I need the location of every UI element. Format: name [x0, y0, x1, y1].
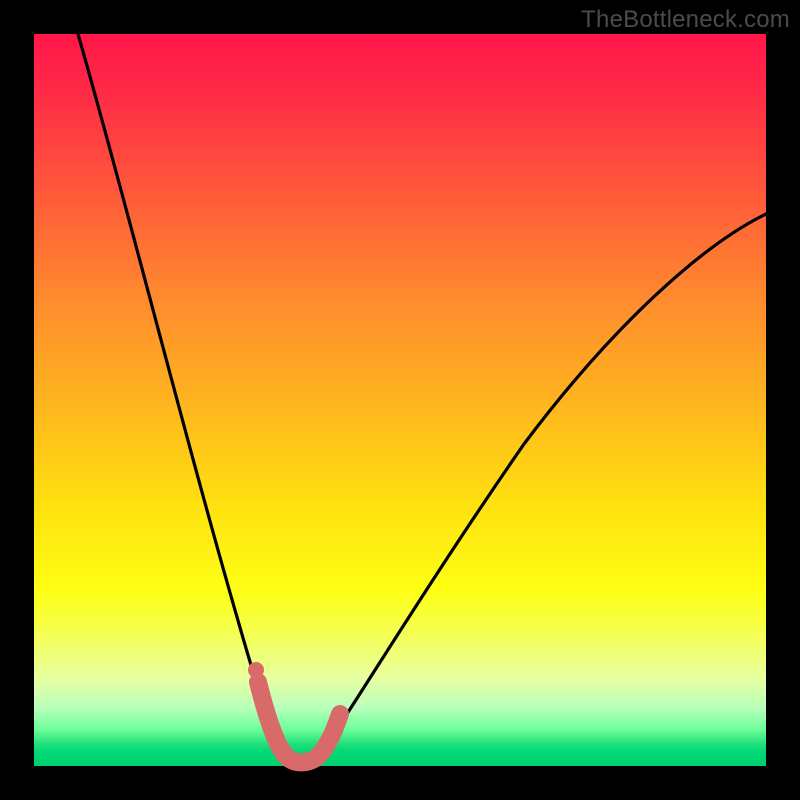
highlight-dot — [248, 662, 264, 678]
curve-layer — [34, 34, 766, 766]
highlight-band — [258, 682, 340, 763]
watermark-text: TheBottleneck.com — [581, 6, 790, 34]
chart-frame: TheBottleneck.com — [0, 0, 800, 800]
bottleneck-curve — [78, 34, 766, 761]
